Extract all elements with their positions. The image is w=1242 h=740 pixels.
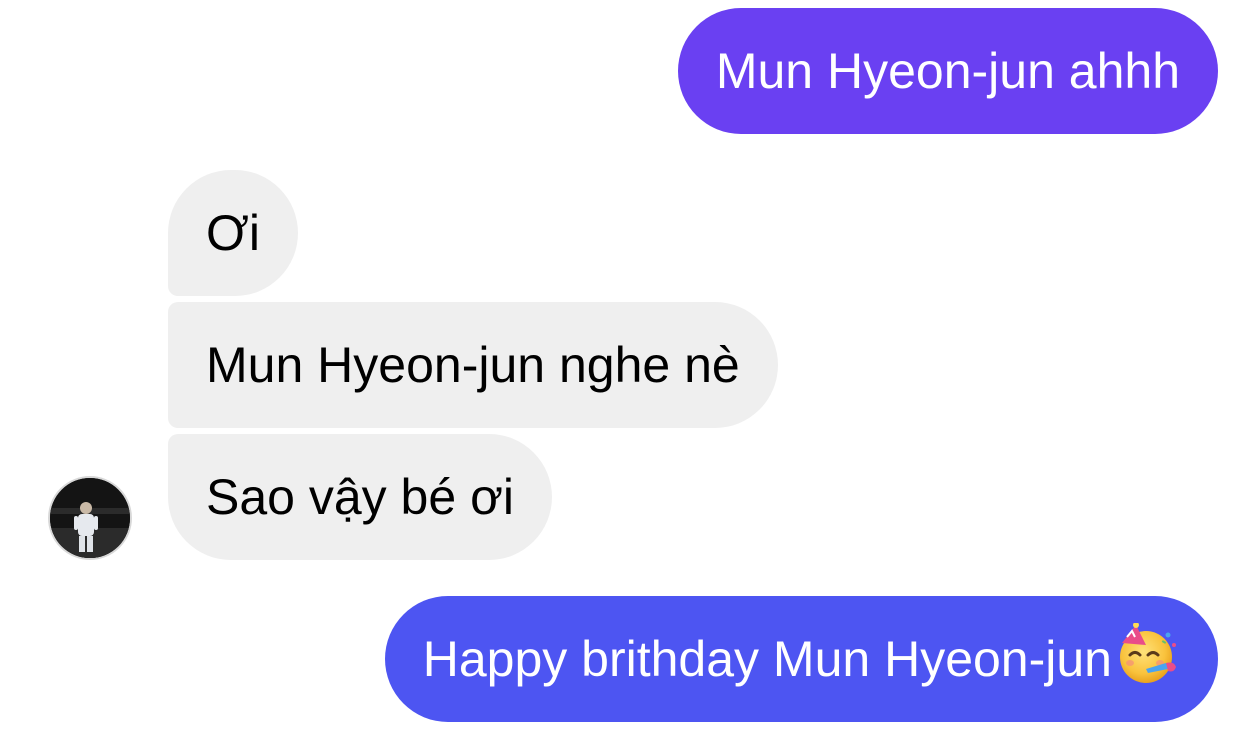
sent-message-bubble[interactable]: Mun Hyeon-jun ahhh: [677, 8, 1218, 134]
message-text: Sao vậy bé ơi: [206, 469, 514, 525]
received-message-bubble[interactable]: Ơi: [168, 170, 298, 296]
message-text: Mun Hyeon-jun nghe nè: [206, 337, 740, 393]
received-message-bubble[interactable]: Sao vậy bé ơi: [168, 434, 552, 560]
partying-face-icon: [1116, 622, 1180, 687]
received-message-bubble[interactable]: Mun Hyeon-jun nghe nè: [168, 302, 778, 428]
message-text: Mun Hyeon-jun ahhh: [715, 43, 1180, 99]
contact-avatar[interactable]: [48, 476, 132, 560]
message-text: Happy brithday Mun Hyeon-jun: [422, 631, 1112, 687]
avatar-photo: [50, 478, 130, 558]
sent-message-bubble[interactable]: Happy brithday Mun Hyeon-jun: [384, 596, 1218, 722]
message-text: Ơi: [206, 205, 260, 261]
